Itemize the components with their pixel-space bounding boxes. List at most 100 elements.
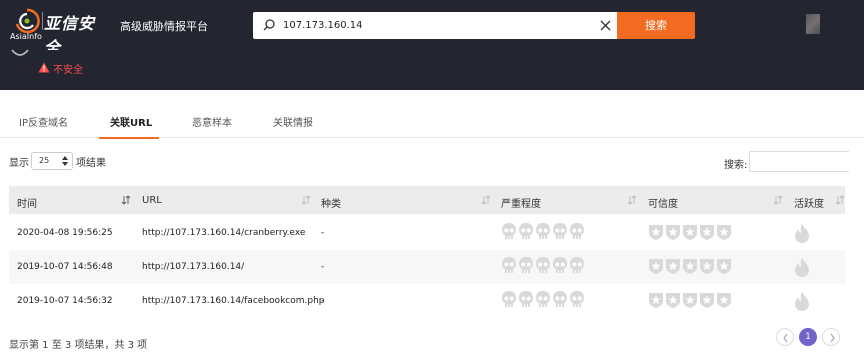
credibility-shields-icon — [649, 293, 731, 308]
sort-icon[interactable] — [773, 195, 783, 205]
search-icon — [263, 19, 275, 31]
credibility-badge-icon — [717, 293, 731, 308]
skull-icon — [570, 223, 584, 239]
table-header: 时间 URL 种类 严重程度 可信度 活跃度 — [9, 186, 845, 214]
result-summary-bar: 不安全 — [0, 49, 864, 90]
tab-related-intel[interactable]: 关联情报 — [273, 114, 313, 129]
skull-icon — [502, 223, 516, 239]
tab-bar: IP反查域名 关联URL 恶意样本 关联情报 — [0, 104, 864, 139]
sort-arrows-icon — [62, 156, 68, 166]
page-length-select[interactable]: 25 — [31, 152, 73, 170]
skull-icon — [536, 223, 550, 239]
skull-icon — [502, 291, 516, 307]
activity-fire-icon — [795, 224, 809, 243]
credibility-badge-icon — [666, 259, 680, 274]
shield-outline-icon — [11, 49, 29, 56]
credibility-badge-icon — [666, 293, 680, 308]
sort-icon[interactable] — [121, 195, 131, 205]
warning-icon — [38, 62, 50, 73]
table-row[interactable]: 2020-04-08 19:56:25 http://107.173.160.1… — [9, 216, 845, 250]
skull-icon — [519, 257, 533, 273]
sort-icon[interactable] — [627, 195, 637, 205]
brand-logo[interactable]: AsiaInfo 亚信安全 — [8, 8, 108, 57]
tab-related-url[interactable]: 关联URL — [110, 114, 152, 129]
severity-skulls-icon — [502, 257, 584, 273]
cell-time: 2020-04-08 19:56:25 — [17, 228, 113, 238]
activity-fire-icon — [795, 258, 809, 277]
credibility-badge-icon — [700, 259, 714, 274]
chevron-right-icon — [830, 333, 835, 343]
cell-kind: - — [321, 262, 325, 272]
flame-icon — [795, 258, 809, 277]
tab-malicious-samples[interactable]: 恶意样本 — [192, 114, 232, 129]
pagination-prev-button[interactable] — [776, 328, 794, 346]
column-header-severity[interactable]: 严重程度 — [501, 195, 541, 210]
table-filter-input[interactable] — [749, 151, 849, 172]
sort-icon[interactable] — [481, 195, 491, 205]
page-length-value: 25 — [39, 156, 50, 165]
cell-time: 2019-10-07 14:56:32 — [17, 296, 113, 306]
credibility-badge-icon — [683, 259, 697, 274]
page-length-prefix: 显示 — [9, 158, 29, 169]
search-box — [253, 12, 617, 39]
tab-ip-reverse-domain[interactable]: IP反查域名 — [19, 114, 68, 129]
severity-skulls-icon — [502, 291, 584, 307]
cell-kind: - — [321, 228, 325, 238]
cell-url[interactable]: http://107.173.160.14/cranberry.exe — [142, 228, 305, 238]
search-input[interactable] — [283, 17, 583, 34]
cell-url[interactable]: http://107.173.160.14/ — [142, 262, 244, 272]
skull-icon — [553, 291, 567, 307]
cell-time: 2019-10-07 14:56:48 — [17, 262, 113, 272]
credibility-shields-icon — [649, 259, 731, 274]
skull-icon — [536, 257, 550, 273]
page-length-suffix: 项结果 — [76, 158, 106, 169]
pagination-next-button[interactable] — [822, 328, 840, 346]
credibility-badge-icon — [649, 259, 663, 274]
search-button[interactable]: 搜索 — [617, 12, 695, 39]
flame-icon — [795, 224, 809, 243]
logo-divider — [42, 12, 43, 30]
column-header-url[interactable]: URL — [142, 195, 162, 206]
credibility-shields-icon — [649, 225, 731, 240]
activity-fire-icon — [795, 292, 809, 311]
top-bar: AsiaInfo 亚信安全 高级威胁情报平台 搜索 — [0, 0, 864, 57]
credibility-badge-icon — [717, 259, 731, 274]
credibility-badge-icon — [700, 293, 714, 308]
credibility-badge-icon — [649, 293, 663, 308]
flame-icon — [795, 292, 809, 311]
skull-icon — [553, 257, 567, 273]
table-row[interactable]: 2019-10-07 14:56:32 http://107.173.160.1… — [9, 284, 845, 318]
skull-icon — [553, 223, 567, 239]
skull-icon — [519, 291, 533, 307]
credibility-badge-icon — [649, 225, 663, 240]
chevron-left-icon — [783, 333, 788, 343]
credibility-badge-icon — [683, 293, 697, 308]
credibility-badge-icon — [666, 225, 680, 240]
sort-icon[interactable] — [301, 195, 311, 205]
column-header-time[interactable]: 时间 — [17, 195, 37, 210]
avatar[interactable] — [806, 14, 820, 34]
table-info: 显示第 1 至 3 项结果，共 3 项 — [9, 340, 148, 351]
column-header-activity[interactable]: 活跃度 — [794, 195, 824, 210]
pagination-page-1[interactable]: 1 — [799, 328, 817, 346]
unsafe-label: 不安全 — [53, 65, 83, 76]
clear-icon[interactable] — [599, 19, 612, 32]
active-tab-indicator — [99, 137, 159, 139]
logo-mark-icon — [15, 8, 40, 34]
skull-icon — [570, 257, 584, 273]
cell-kind: - — [321, 296, 325, 306]
skull-icon — [519, 223, 533, 239]
skull-icon — [502, 257, 516, 273]
skull-icon — [570, 291, 584, 307]
column-header-kind[interactable]: 种类 — [321, 195, 341, 210]
logo-en-text: AsiaInfo — [10, 32, 42, 41]
skull-icon — [536, 291, 550, 307]
table-row[interactable]: 2019-10-07 14:56:48 http://107.173.160.1… — [9, 250, 845, 284]
platform-title: 高级威胁情报平台 — [120, 20, 208, 33]
credibility-badge-icon — [683, 225, 697, 240]
credibility-badge-icon — [700, 225, 714, 240]
table-filter-label: 搜索: — [724, 160, 748, 171]
column-header-credibility[interactable]: 可信度 — [648, 195, 678, 210]
sort-icon[interactable] — [835, 195, 845, 205]
cell-url[interactable]: http://107.173.160.14/facebookcom.php — [142, 296, 325, 306]
